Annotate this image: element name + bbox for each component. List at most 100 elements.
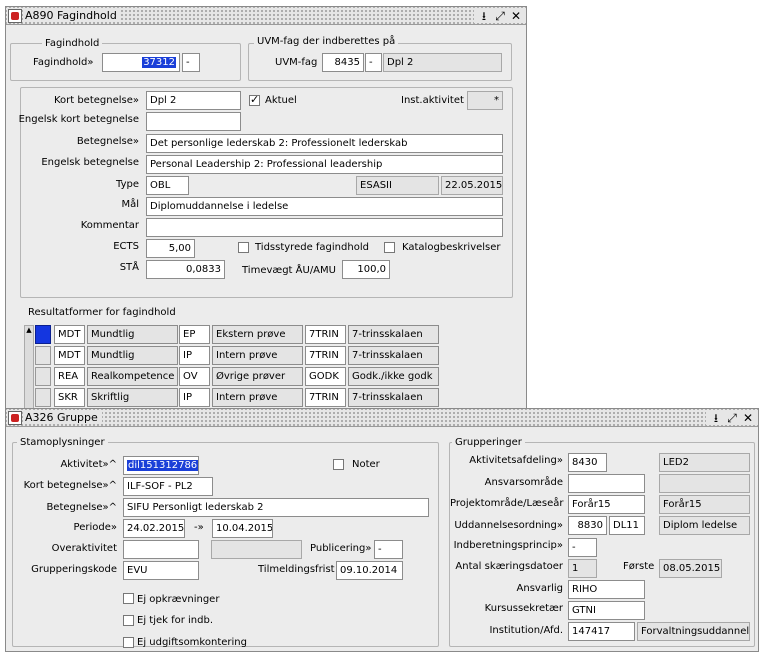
uddannelsesordning-input[interactable]: 8830 (568, 516, 607, 535)
result-cell-form: Mundtlig (87, 325, 178, 344)
resultatformer-label: Resultatformer for fagindhold (28, 307, 176, 318)
close-icon[interactable]: ✕ (741, 411, 755, 425)
kort-betegnelse-label: Kort betegnelse»^ (23, 480, 117, 491)
result-cell-skala: 7-trinsskalaen (348, 388, 439, 407)
restore-icon[interactable]: ⤢ (725, 411, 739, 425)
kommentar-input[interactable] (146, 218, 503, 237)
ej-udgift-checkbox[interactable] (123, 637, 134, 648)
katalog-checkbox[interactable] (384, 242, 395, 253)
betegnelse-input[interactable]: SIFU Personligt lederskab 2 (123, 498, 429, 517)
kort-betegnelse-input[interactable]: Dpl 2 (146, 91, 241, 110)
result-row-selector[interactable] (35, 346, 51, 365)
minimize-icon[interactable]: ⭳ (709, 411, 723, 425)
result-cell-skala-kode[interactable]: 7TRIN (305, 388, 346, 407)
overaktivitet-input[interactable] (123, 540, 199, 559)
result-cell-skala: Godk./ikke godk (348, 367, 439, 386)
institution-input[interactable]: 147417 (568, 622, 635, 641)
type-input[interactable]: OBL (146, 176, 189, 195)
close-icon[interactable]: ✕ (509, 9, 523, 23)
result-cell-proeve-kode[interactable]: OV (179, 367, 210, 386)
restore-icon[interactable]: ⤢ (493, 9, 507, 23)
minimize-icon[interactable]: ⭳ (477, 9, 491, 23)
tilmeldingsfrist-label: Tilmeldingsfrist (258, 564, 335, 575)
publicering-input[interactable]: - (374, 540, 403, 559)
titlebar-fagindhold[interactable]: A890 Fagindhold ⭳ ⤢ ✕ (6, 7, 526, 25)
aktuel-checkbox[interactable] (249, 93, 260, 106)
ej-opkraevninger-label: Ej opkrævninger (137, 594, 220, 605)
inst-aktivitet-label: Inst.aktivitet (401, 95, 464, 106)
ej-tjek-checkbox[interactable] (123, 615, 134, 626)
tilmeldingsfrist-input[interactable]: 09.10.2014 (336, 561, 403, 580)
uddannelsesordning-code[interactable]: DL11 (609, 516, 645, 535)
forste-field: 08.05.2015 (659, 559, 722, 578)
result-cell-skala-kode[interactable]: 7TRIN (305, 346, 346, 365)
projektomraade-label: Projektområde/Læseår (450, 498, 564, 509)
window-title: A890 Fagindhold (25, 9, 121, 22)
resultatformer-scrollbar[interactable]: ▲ (24, 325, 34, 409)
noter-checkbox[interactable] (333, 459, 344, 470)
result-row-selector[interactable] (35, 325, 51, 344)
ects-input[interactable]: 5,00 (146, 239, 195, 258)
ansvarlig-label: Ansvarlig (516, 583, 563, 594)
katalog-label: Katalogbeskrivelser (402, 242, 501, 253)
result-cell-skala-kode[interactable]: 7TRIN (305, 325, 346, 344)
titlebar-gruppe[interactable]: A326 Gruppe ⭳ ⤢ ✕ (6, 409, 758, 427)
aktivitet-input[interactable]: dil151312786 (123, 456, 199, 475)
periode-to-input[interactable]: 10.04.2015 (212, 519, 273, 538)
ej-udgift-label: Ej udgiftsomkontering (137, 637, 247, 648)
result-row-selector[interactable] (35, 388, 51, 407)
window-gruppe: A326 Gruppe ⭳ ⤢ ✕ Stamoplysninger Aktivi… (5, 408, 759, 652)
scroll-up-icon[interactable]: ▲ (25, 326, 33, 334)
institution-label: Institution/Afd. (489, 625, 563, 636)
result-cell-skala: 7-trinsskalaen (348, 325, 439, 344)
engelsk-kort-input[interactable] (146, 112, 241, 131)
uvm-name: Dpl 2 (383, 53, 502, 72)
uvm-input[interactable]: 8435 (322, 53, 364, 72)
projektomraade-input[interactable]: Forår15 (568, 495, 645, 514)
aktivitet-label: Aktivitet»^ (60, 459, 117, 470)
aktivitetsafdeling-input[interactable]: 8430 (568, 453, 607, 472)
window-fagindhold: A890 Fagindhold ⭳ ⤢ ✕ Fagindhold Fagindh… (5, 6, 527, 410)
tidsstyrede-checkbox[interactable] (238, 242, 249, 253)
window-title: A326 Gruppe (25, 411, 102, 424)
betegnelse-input[interactable]: Det personlige lederskab 2: Professionel… (146, 134, 503, 153)
result-cell-kode[interactable]: MDT (54, 325, 85, 344)
result-cell-proeve: Intern prøve (212, 388, 303, 407)
result-cell-kode[interactable]: REA (54, 367, 85, 386)
result-row-selector[interactable] (35, 367, 51, 386)
periode-from-input[interactable]: 24.02.2015 (123, 519, 185, 538)
result-cell-proeve-kode[interactable]: EP (179, 325, 210, 344)
kort-betegnelse-input[interactable]: ILF-SOF - PL2 (123, 477, 213, 496)
staa-input[interactable]: 0,0833 (146, 260, 225, 279)
projektomraade-name: Forår15 (659, 495, 750, 514)
aktivitetsafdeling-label: Aktivitetsafdeling» (469, 455, 563, 466)
ansvarlig-input[interactable]: RIHO (568, 580, 645, 599)
kursussekretaer-input[interactable]: GTNI (568, 601, 645, 620)
overaktivitet-name (211, 540, 302, 559)
result-cell-proeve-kode[interactable]: IP (179, 388, 210, 407)
betegnelse-label: Betegnelse» (76, 136, 139, 147)
result-cell-proeve: Øvrige prøver (212, 367, 303, 386)
fagindhold-input[interactable]: 37312 (102, 53, 180, 72)
ej-opkraevninger-checkbox[interactable] (123, 593, 134, 604)
fagindhold-suffix[interactable]: - (182, 53, 200, 72)
result-cell-proeve-kode[interactable]: IP (179, 346, 210, 365)
periode-label: Periode» (73, 522, 117, 533)
timevaegt-input[interactable]: 100,0 (342, 260, 390, 279)
result-cell-kode[interactable]: MDT (54, 346, 85, 365)
uddannelsesordning-label: Uddannelsesordning» (454, 520, 563, 531)
result-cell-form: Realkompetence (87, 367, 178, 386)
uvm-suffix[interactable]: - (365, 53, 382, 72)
engelsk-betegnelse-input[interactable]: Personal Leadership 2: Professional lead… (146, 155, 503, 174)
kursussekretaer-label: Kursussekretær (484, 603, 563, 614)
indberetningsprincip-input[interactable]: - (568, 538, 597, 557)
result-cell-kode[interactable]: SKR (54, 388, 85, 407)
result-cell-skala-kode[interactable]: GODK (305, 367, 346, 386)
periode-arrow: -» (194, 522, 204, 533)
ansvarsomraade-input[interactable] (568, 474, 645, 493)
ansvarsomraade-label: Ansvarsområde (484, 477, 563, 488)
fagindhold-label: Fagindhold» (33, 57, 94, 68)
grupperingskode-input[interactable]: EVU (123, 561, 199, 580)
maal-input[interactable]: Diplomuddannelse i ledelse (146, 197, 503, 216)
skaeringsdatoer-field: 1 (568, 559, 597, 578)
